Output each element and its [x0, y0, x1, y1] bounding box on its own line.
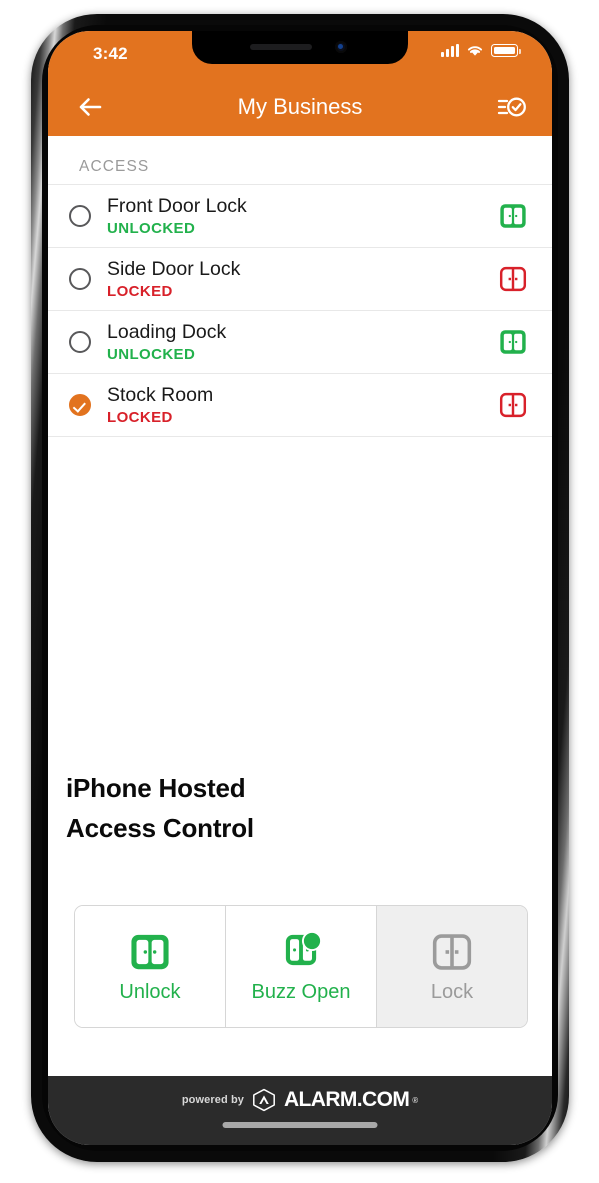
device-notch [192, 31, 408, 64]
brand-lockup: powered by ALARM.COM ® [48, 1088, 552, 1112]
lock-name: Stock Room [107, 384, 214, 406]
action-button-unlock[interactable]: Unlock [75, 906, 226, 1027]
door-locked-icon [498, 264, 528, 294]
lock-status: UNLOCKED [107, 220, 196, 237]
lock-radio[interactable] [69, 268, 91, 290]
lock-row[interactable]: Side Door Lock LOCKED [48, 248, 552, 311]
door-unlocked-icon [498, 327, 528, 357]
lock-name: Front Door Lock [107, 195, 247, 217]
overlay-heading-line2: Access Control [66, 813, 254, 843]
list-check-icon[interactable] [492, 90, 530, 124]
door-unlock-icon [128, 930, 172, 974]
lock-status: LOCKED [107, 283, 173, 300]
lock-list: Front Door Lock UNLOCKED Side Door Lock LOC… [48, 184, 552, 437]
door-lock-icon [430, 930, 474, 974]
action-button-buzz-open[interactable]: Buzz Open [226, 906, 377, 1027]
lock-row-texts: Loading Dock UNLOCKED [107, 321, 498, 363]
home-indicator[interactable] [222, 1122, 378, 1128]
door-locked-icon [498, 390, 528, 420]
main-content: ACCESS Front Door Lock UNLOCKED Side Door … [48, 136, 552, 1076]
lock-row-texts: Front Door Lock UNLOCKED [107, 195, 498, 237]
status-bar-time: 3:42 [93, 44, 128, 63]
action-button-label: Unlock [119, 981, 181, 1003]
lock-row[interactable]: Loading Dock UNLOCKED [48, 311, 552, 374]
status-bar-icons [441, 44, 521, 57]
cellular-signal-icon [441, 44, 459, 57]
earpiece-speaker [250, 44, 312, 50]
lock-status: UNLOCKED [107, 346, 196, 363]
action-button-lock: Lock [377, 906, 527, 1027]
lock-radio[interactable] [69, 331, 91, 353]
navigation-bar: My Business [48, 77, 552, 136]
lock-row-texts: Side Door Lock LOCKED [107, 258, 498, 300]
page-title: My Business [237, 94, 363, 119]
section-header-access: ACCESS [79, 158, 150, 175]
door-unlocked-icon [498, 201, 528, 231]
lock-action-bar: Unlock Buzz Open Lock [74, 905, 528, 1028]
lock-row[interactable]: Stock Room LOCKED [48, 374, 552, 437]
lock-radio-selected[interactable] [69, 394, 91, 416]
phone-screen: 3:42 My Business ACCESS Front Door Lock … [48, 31, 552, 1145]
front-camera [335, 41, 347, 53]
brand-trademark: ® [412, 1095, 419, 1105]
footer-branding-bar: powered by ALARM.COM ® [48, 1076, 552, 1145]
wifi-icon [467, 46, 483, 56]
overlay-heading: iPhone Hosted Access Control [66, 768, 254, 848]
battery-full-icon [491, 44, 521, 57]
lock-row[interactable]: Front Door Lock UNLOCKED [48, 184, 552, 248]
brand-name-label: ALARM.COM [283, 1088, 410, 1111]
lock-name: Loading Dock [107, 321, 227, 343]
lock-radio[interactable] [69, 205, 91, 227]
action-button-label: Buzz Open [251, 981, 351, 1003]
brand-prefix-label: powered by [181, 1094, 244, 1106]
door-buzz-open-icon [279, 930, 323, 974]
lock-status: LOCKED [107, 409, 173, 426]
lock-row-texts: Stock Room LOCKED [107, 384, 498, 426]
alarm-com-hexagon-logo [253, 1088, 275, 1112]
overlay-heading-line1: iPhone Hosted [66, 773, 246, 803]
lock-name: Side Door Lock [107, 258, 241, 280]
action-button-label: Lock [430, 981, 474, 1003]
